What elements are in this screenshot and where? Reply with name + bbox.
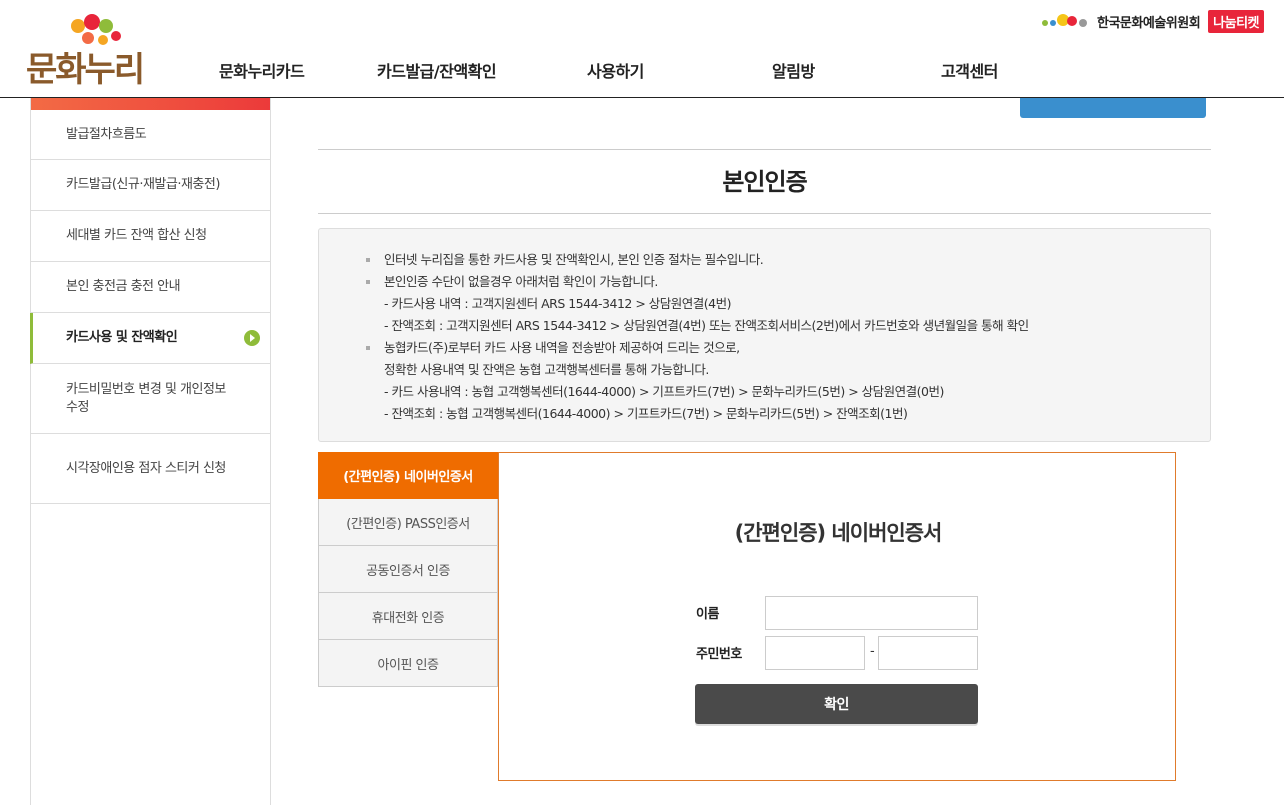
notice-line: 농협카드(주)로부터 카드 사용 내역을 전송받아 제공하여 드리는 것으로, [366,337,1210,359]
arrow-right-icon [244,330,260,346]
sidebar-item-label: 카드발급(신규·재발급·재충전) [66,177,220,192]
arko-link[interactable]: 한국문화예술위원회 [1097,12,1201,31]
global-nav: 문화누리카드 카드발급/잔액확인 사용하기 알림방 고객센터 [0,58,1284,86]
notice-box: 인터넷 누리집을 통한 카드사용 및 잔액확인시, 본인 인증 절차는 필수입니… [318,228,1211,442]
sidebar-item-braille-sticker[interactable]: 시각장애인용 점자 스티커 신청 [31,434,270,504]
auth-panel: (간편인증) 네이버인증서 이름 주민번호 - 확인 [498,452,1176,781]
tab-mobile-auth[interactable]: 휴대전화 인증 [318,593,498,640]
sidebar: 발급절차흐름도 카드발급(신규·재발급·재충전) 세대별 카드 잔액 합산 신청… [30,98,271,805]
partner-links: 한국문화예술위원회 나눔티켓 [1041,9,1264,33]
banner-strip [1020,98,1206,118]
nanum-ticket-link[interactable]: 나눔티켓 [1208,9,1264,33]
confirm-button[interactable]: 확인 [695,684,978,724]
rrn-second-field[interactable] [878,636,978,670]
page-title: 본인인증 [722,168,807,196]
sidebar-item-label: 카드사용 및 잔액확인 [66,330,178,345]
nav-item-munhwanuri-card[interactable]: 문화누리카드 [219,58,305,82]
arko-logo-icon [1042,14,1088,27]
nav-item-customer-center[interactable]: 고객센터 [941,58,998,82]
tab-joint-cert[interactable]: 공동인증서 인증 [318,546,498,593]
sidebar-item-label: 카드비밀번호 변경 및 개인정보수정 [66,381,226,415]
sidebar-item-card-issue[interactable]: 카드발급(신규·재발급·재충전) [31,160,270,211]
divider [318,213,1211,214]
sidebar-item-self-charge[interactable]: 본인 충전금 충전 안내 [31,262,270,313]
divider [318,149,1211,150]
tab-pass-cert[interactable]: (간편인증) PASS인증서 [318,499,498,546]
auth-tabs: (간편인증) 네이버인증서 (간편인증) PASS인증서 공동인증서 인증 휴대… [318,452,498,687]
sidebar-top-bar [31,98,270,110]
notice-line: 본인인증 수단이 없을경우 아래처럼 확인이 가능합니다. [366,271,1210,293]
rrn-first-field[interactable] [765,636,865,670]
sidebar-item-issue-flow[interactable]: 발급절차흐름도 [31,110,270,160]
sidebar-item-label: 발급절차흐름도 [66,126,147,142]
notice-line: - 카드사용 내역 : 고객지원센터 ARS 1544-3412 > 상담원연결… [384,296,732,311]
notice-line: 정확한 사용내역 및 잔액은 농협 고객행복센터를 통해 가능합니다. [384,362,709,377]
name-field[interactable] [765,596,978,630]
sidebar-item-balance-merge[interactable]: 세대별 카드 잔액 합산 신청 [31,211,270,262]
nav-item-notice[interactable]: 알림방 [772,58,815,82]
nav-item-card-issue[interactable]: 카드발급/잔액확인 [377,58,497,82]
sidebar-item-label: 시각장애인용 점자 스티커 신청 [66,460,226,476]
tab-naver-cert[interactable]: (간편인증) 네이버인증서 [318,452,498,499]
auth-title: (간편인증) 네이버인증서 [734,521,943,545]
notice-line: - 잔액조회 : 농협 고객행복센터(1644-4000) > 기프트카드(7번… [384,406,908,421]
rrn-dash: - [870,644,875,659]
tab-ipin-auth[interactable]: 아이핀 인증 [318,640,498,687]
nav-item-usage[interactable]: 사용하기 [587,58,644,82]
notice-line: 인터넷 누리집을 통한 카드사용 및 잔액확인시, 본인 인증 절차는 필수입니… [366,249,1210,271]
name-label: 이름 [696,607,719,622]
notice-line: - 잔액조회 : 고객지원센터 ARS 1544-3412 > 상담원연결(4번… [384,318,1029,333]
sidebar-item-usage-balance[interactable]: 카드사용 및 잔액확인 [30,313,270,364]
banner-peek [968,98,1208,118]
rrn-label: 주민번호 [696,647,742,662]
site-header: 문화누리 문화누리카드 카드발급/잔액확인 사용하기 알림방 고객센터 한국문화… [0,0,1284,98]
sidebar-item-label: 본인 충전금 충전 안내 [66,279,181,294]
sidebar-item-label: 세대별 카드 잔액 합산 신청 [66,228,207,243]
sidebar-item-password-change[interactable]: 카드비밀번호 변경 및 개인정보수정 [31,364,270,434]
notice-line: - 카드 사용내역 : 농협 고객행복센터(1644-4000) > 기프트카드… [384,384,944,399]
